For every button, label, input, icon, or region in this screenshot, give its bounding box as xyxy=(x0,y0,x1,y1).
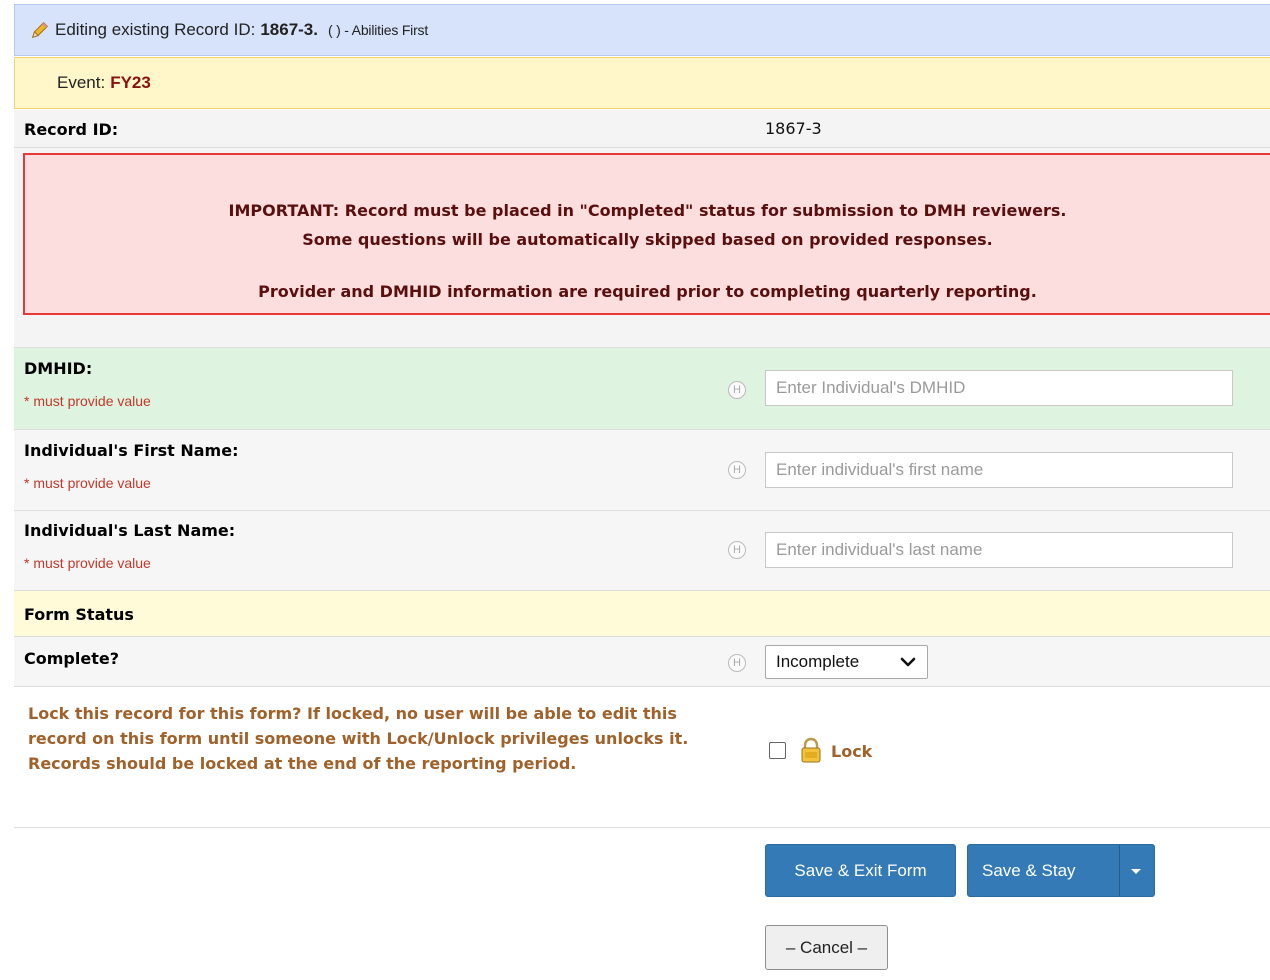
dmhid-input[interactable] xyxy=(765,370,1233,406)
lock-instructions: Lock this record for this form? If locke… xyxy=(28,704,689,773)
form-status-header: Form Status xyxy=(14,591,1270,637)
help-icon[interactable]: H xyxy=(728,654,746,672)
last-name-required-note: * must provide value xyxy=(24,555,151,571)
record-id-value: 1867-3. xyxy=(260,20,318,39)
save-stay-button[interactable]: Save & Stay xyxy=(967,844,1155,897)
form-status-title: Form Status xyxy=(24,605,134,624)
record-id-row: Record ID: 1867-3 xyxy=(14,110,1270,148)
record-id-label: Record ID: xyxy=(24,120,119,139)
record-editor: Editing existing Record ID: 1867-3. ( ) … xyxy=(14,0,1270,980)
lock-checkbox[interactable] xyxy=(769,742,786,759)
editing-prefix: Editing existing Record ID: xyxy=(55,20,256,39)
button-divider xyxy=(1119,845,1120,896)
dmhid-label: DMHID: xyxy=(24,359,93,378)
padlock-icon xyxy=(801,737,821,763)
help-icon[interactable]: H xyxy=(728,461,746,479)
organization-label: ( ) - Abilities First xyxy=(328,22,429,38)
first-name-row: Individual's First Name: * must provide … xyxy=(14,430,1270,511)
caret-down-icon[interactable] xyxy=(1131,869,1141,874)
important-notice: IMPORTANT: Record must be placed in "Com… xyxy=(23,153,1270,315)
complete-label: Complete? xyxy=(24,649,119,668)
notice-line-1: IMPORTANT: Record must be placed in "Com… xyxy=(228,201,1067,220)
cancel-button[interactable]: – Cancel – xyxy=(765,925,888,970)
lock-checkbox-label[interactable]: Lock xyxy=(831,742,872,761)
help-icon[interactable]: H xyxy=(728,541,746,559)
complete-status-select[interactable]: Incomplete xyxy=(765,645,928,679)
dmhid-required-note: * must provide value xyxy=(24,393,151,409)
important-notice-row: IMPORTANT: Record must be placed in "Com… xyxy=(14,148,1270,348)
last-name-row: Individual's Last Name: * must provide v… xyxy=(14,511,1270,591)
complete-row: Complete? H Incomplete xyxy=(14,637,1270,687)
event-bar: Event: FY23 xyxy=(14,57,1270,109)
record-id-display: 1867-3 xyxy=(765,119,822,138)
first-name-label: Individual's First Name: xyxy=(24,441,239,460)
lock-record-row: Lock this record for this form? If locke… xyxy=(14,687,1270,828)
last-name-input[interactable] xyxy=(765,532,1233,568)
notice-line-3: Provider and DMHID information are requi… xyxy=(258,282,1037,301)
last-name-label: Individual's Last Name: xyxy=(24,521,236,540)
event-label: Event: xyxy=(57,73,106,92)
first-name-input[interactable] xyxy=(765,452,1233,488)
editing-record-bar: Editing existing Record ID: 1867-3. ( ) … xyxy=(14,4,1270,56)
save-exit-form-button[interactable]: Save & Exit Form xyxy=(765,844,956,897)
chevron-down-icon xyxy=(900,657,916,667)
first-name-required-note: * must provide value xyxy=(24,475,151,491)
notice-line-2: Some questions will be automatically ski… xyxy=(302,230,993,249)
help-icon[interactable]: H xyxy=(728,381,746,399)
save-stay-label: Save & Stay xyxy=(982,860,1076,880)
pencil-icon xyxy=(31,22,48,39)
dmhid-row: DMHID: * must provide value H xyxy=(14,348,1270,430)
event-value: FY23 xyxy=(110,73,151,92)
complete-status-value: Incomplete xyxy=(776,652,860,671)
